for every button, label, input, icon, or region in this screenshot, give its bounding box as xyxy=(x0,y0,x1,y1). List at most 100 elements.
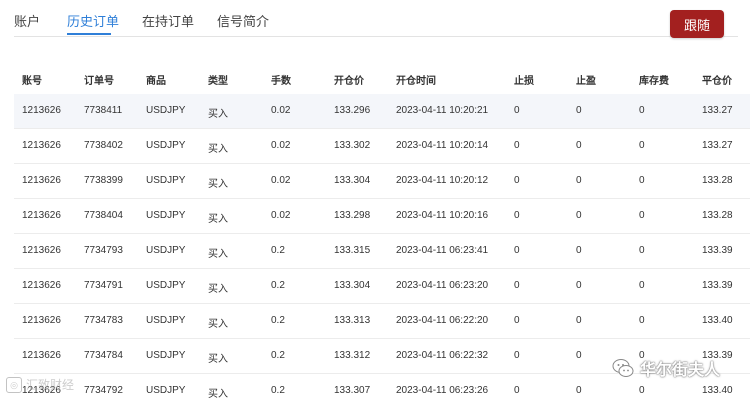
table-row[interactable]: 1213626 7738402 USDJPY 买入 0.02 133.302 2023-04… xyxy=(14,129,750,164)
cell-type: 买入 xyxy=(208,389,228,400)
cell-take-profit: 0 xyxy=(576,175,582,186)
cell-order-no: 7738402 xyxy=(84,140,123,151)
tab-bar: 账户 历史订单 在持订单 信号简介 xyxy=(14,0,738,37)
cell-open-time: 2023-04-11 06:23:41 xyxy=(396,245,489,256)
cell-close-price: 133.28 xyxy=(702,175,733,186)
tab-signal-intro[interactable]: 信号简介 xyxy=(217,11,269,30)
cell-swap: 0 xyxy=(639,385,645,396)
cell-lots: 0.2 xyxy=(271,385,285,396)
cell-swap: 0 xyxy=(639,280,645,291)
cell-stop-loss: 0 xyxy=(514,315,520,326)
cell-account: 1213626 xyxy=(22,280,61,291)
history-orders-table: 账号 订单号 商品 类型 手数 开仓价 开仓时间 止损 止盈 库存费 平仓价 1213626 7738… xyxy=(14,62,750,400)
cell-take-profit: 0 xyxy=(576,315,582,326)
cell-order-no: 7738399 xyxy=(84,175,123,186)
cell-stop-loss: 0 xyxy=(514,385,520,396)
cell-open-price: 133.302 xyxy=(334,140,371,151)
cell-lots: 0.02 xyxy=(271,210,291,221)
cell-account: 1213626 xyxy=(22,210,61,221)
cell-open-price: 133.315 xyxy=(334,245,371,256)
tab-account[interactable]: 账户 xyxy=(14,11,40,30)
cell-lots: 0.02 xyxy=(271,140,291,151)
column-header-take-profit: 止盈 xyxy=(576,76,596,87)
table-row[interactable]: 1213626 7734791 USDJPY 买入 0.2 133.304 2023-04-… xyxy=(14,269,750,304)
watermark-badge-icon: ◎ xyxy=(6,376,22,393)
cell-open-price: 133.313 xyxy=(334,315,371,326)
cell-symbol: USDJPY xyxy=(146,245,186,256)
cell-account: 1213626 xyxy=(22,105,61,116)
cell-swap: 0 xyxy=(639,140,645,151)
cell-lots: 0.2 xyxy=(271,245,285,256)
cell-open-time: 2023-04-11 10:20:16 xyxy=(396,210,489,221)
watermark-left-text: 汇致财经 xyxy=(26,378,75,392)
cell-type: 买入 xyxy=(208,179,228,190)
cell-symbol: USDJPY xyxy=(146,210,186,221)
column-header-open-price: 开仓价 xyxy=(334,76,364,87)
cell-stop-loss: 0 xyxy=(514,350,520,361)
cell-close-price: 133.39 xyxy=(702,280,733,291)
cell-close-price: 133.40 xyxy=(702,315,733,326)
cell-open-price: 133.307 xyxy=(334,385,371,396)
column-header-swap: 库存费 xyxy=(639,76,669,87)
column-header-open-time: 开仓时间 xyxy=(396,76,436,87)
table-row[interactable]: 1213626 7734783 USDJPY 买入 0.2 133.313 2023-04-… xyxy=(14,304,750,339)
cell-account: 1213626 xyxy=(22,245,61,256)
cell-stop-loss: 0 xyxy=(514,105,520,116)
cell-lots: 0.02 xyxy=(271,105,291,116)
cell-close-price: 133.39 xyxy=(702,245,733,256)
cell-swap: 0 xyxy=(639,210,645,221)
column-header-symbol: 商品 xyxy=(146,76,166,87)
cell-account: 1213626 xyxy=(22,140,61,151)
cell-symbol: USDJPY xyxy=(146,175,186,186)
cell-close-price: 133.28 xyxy=(702,210,733,221)
cell-type: 买入 xyxy=(208,319,228,330)
cell-symbol: USDJPY xyxy=(146,385,186,396)
cell-symbol: USDJPY xyxy=(146,140,186,151)
column-header-lots: 手数 xyxy=(271,76,291,87)
cell-account: 1213626 xyxy=(22,175,61,186)
column-header-close-price: 平仓价 xyxy=(702,76,732,87)
cell-open-price: 133.312 xyxy=(334,350,371,361)
active-tab-indicator xyxy=(67,33,111,35)
cell-open-time: 2023-04-11 10:20:12 xyxy=(396,175,489,186)
cell-symbol: USDJPY xyxy=(146,350,186,361)
wechat-icon xyxy=(612,359,634,377)
cell-take-profit: 0 xyxy=(576,350,582,361)
cell-stop-loss: 0 xyxy=(514,210,520,221)
cell-open-time: 2023-04-11 06:22:20 xyxy=(396,315,489,326)
column-header-type: 类型 xyxy=(208,76,228,87)
cell-swap: 0 xyxy=(639,315,645,326)
watermark-right-text: 华尔街夫人 xyxy=(640,362,721,379)
cell-swap: 0 xyxy=(639,245,645,256)
cell-type: 买入 xyxy=(208,284,228,295)
cell-close-price: 133.27 xyxy=(702,140,733,151)
cell-take-profit: 0 xyxy=(576,385,582,396)
cell-lots: 0.2 xyxy=(271,280,285,291)
cell-type: 买入 xyxy=(208,214,228,225)
cell-order-no: 7734783 xyxy=(84,315,123,326)
cell-stop-loss: 0 xyxy=(514,140,520,151)
cell-open-price: 133.298 xyxy=(334,210,371,221)
table-row[interactable]: 1213626 7738399 USDJPY 买入 0.02 133.304 2023-04… xyxy=(14,164,750,199)
cell-type: 买入 xyxy=(208,249,228,260)
cell-swap: 0 xyxy=(639,175,645,186)
cell-order-no: 7734792 xyxy=(84,385,123,396)
cell-account: 1213626 xyxy=(22,350,61,361)
cell-lots: 0.2 xyxy=(271,350,285,361)
tab-open-orders[interactable]: 在持订单 xyxy=(142,11,194,30)
table-row[interactable]: 1213626 7734793 USDJPY 买入 0.2 133.315 2023-04-… xyxy=(14,234,750,269)
cell-open-price: 133.304 xyxy=(334,280,371,291)
cell-take-profit: 0 xyxy=(576,210,582,221)
cell-order-no: 7738411 xyxy=(84,105,123,116)
cell-account: 1213626 xyxy=(22,315,61,326)
cell-symbol: USDJPY xyxy=(146,280,186,291)
cell-open-time: 2023-04-11 10:20:14 xyxy=(396,140,489,151)
cell-close-price: 133.40 xyxy=(702,385,733,396)
cell-open-price: 133.304 xyxy=(334,175,371,186)
table-row[interactable]: 1213626 7738411 USDJPY 买入 0.02 133.296 2023-04… xyxy=(14,94,750,129)
follow-button[interactable]: 跟随 xyxy=(670,10,724,38)
cell-order-no: 7738404 xyxy=(84,210,123,221)
cell-order-no: 7734791 xyxy=(84,280,123,291)
tab-history-orders[interactable]: 历史订单 xyxy=(67,11,119,30)
table-row[interactable]: 1213626 7738404 USDJPY 买入 0.02 133.298 2023-04… xyxy=(14,199,750,234)
